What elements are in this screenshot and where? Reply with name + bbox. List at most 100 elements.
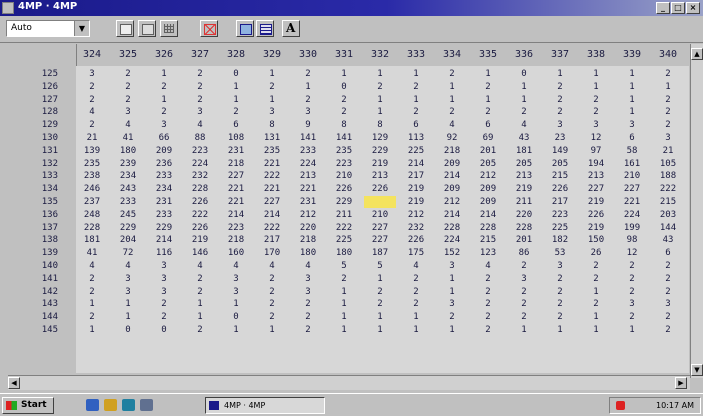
table-cell[interactable]: 229 (364, 145, 396, 157)
table-cell[interactable]: 229 (148, 222, 180, 234)
table-cell[interactable]: 1 (364, 106, 396, 118)
table-cell[interactable]: 2 (652, 106, 684, 118)
table-cell[interactable]: 3 (616, 119, 648, 131)
volume-icon[interactable] (616, 401, 625, 410)
table-cell[interactable]: 205 (508, 158, 540, 170)
table-cell[interactable]: 1 (400, 311, 432, 323)
table-cell[interactable]: 238 (76, 170, 108, 182)
table-cell[interactable]: 1 (220, 94, 252, 106)
table-cell[interactable]: 239 (112, 158, 144, 170)
table-cell[interactable]: 2 (400, 286, 432, 298)
scroll-up-icon[interactable]: ▲ (691, 48, 703, 60)
table-cell[interactable]: 9 (292, 119, 324, 131)
row-header[interactable]: 127 (8, 94, 58, 106)
histogram-button[interactable] (200, 20, 218, 37)
browser-icon[interactable] (122, 399, 135, 411)
row-header[interactable]: 134 (8, 183, 58, 195)
table-cell[interactable]: 2 (76, 311, 108, 323)
table-cell[interactable]: 219 (580, 222, 612, 234)
table-cell[interactable]: 4 (400, 260, 432, 272)
chevron-down-icon[interactable]: ▼ (74, 21, 89, 36)
table-cell[interactable]: 228 (472, 222, 504, 234)
table-cell[interactable]: 1 (400, 324, 432, 336)
table-cell[interactable]: 226 (544, 183, 576, 195)
table-cell[interactable]: 181 (76, 234, 108, 246)
table-cell[interactable]: 2 (292, 311, 324, 323)
table-cell[interactable]: 58 (616, 145, 648, 157)
table-cell[interactable]: 2 (652, 260, 684, 272)
table-cell[interactable]: 2 (472, 324, 504, 336)
table-cell[interactable]: 226 (400, 234, 432, 246)
table-cell[interactable]: 232 (184, 170, 216, 182)
table-cell[interactable]: 219 (400, 183, 432, 195)
table-cell[interactable]: 4 (184, 119, 216, 131)
mail-icon[interactable] (140, 399, 153, 411)
table-cell[interactable]: 1 (184, 311, 216, 323)
table-cell[interactable]: 237 (76, 196, 108, 208)
table-cell[interactable]: 2 (544, 106, 576, 118)
table-cell[interactable]: 2 (508, 286, 540, 298)
table-cell[interactable]: 215 (544, 170, 576, 182)
table-cell[interactable]: 226 (184, 222, 216, 234)
table-cell[interactable]: 2 (544, 311, 576, 323)
row-header[interactable]: 126 (8, 81, 58, 93)
table-cell[interactable]: 1 (256, 68, 288, 80)
table-cell[interactable]: 21 (76, 132, 108, 144)
table-cell[interactable]: 210 (364, 209, 396, 221)
table-cell[interactable]: 1 (544, 68, 576, 80)
column-header[interactable]: 325 (112, 49, 144, 60)
table-cell[interactable]: 1 (472, 94, 504, 106)
table-cell[interactable]: 223 (328, 158, 360, 170)
table-cell[interactable]: 235 (256, 145, 288, 157)
table-cell[interactable]: 2 (184, 324, 216, 336)
table-cell[interactable]: 2 (616, 273, 648, 285)
table-cell[interactable]: 2 (508, 260, 540, 272)
row-header[interactable]: 133 (8, 170, 58, 182)
table-cell[interactable]: 231 (292, 196, 324, 208)
table-cell[interactable]: 1 (364, 311, 396, 323)
table-cell[interactable]: 227 (580, 183, 612, 195)
table-cell[interactable]: 220 (292, 222, 324, 234)
table-cell[interactable]: 2 (256, 286, 288, 298)
table-cell[interactable]: 218 (220, 158, 252, 170)
table-cell[interactable]: 214 (256, 209, 288, 221)
table-cell[interactable]: 214 (400, 158, 432, 170)
table-cell[interactable]: 211 (328, 209, 360, 221)
table-cell[interactable]: 0 (220, 68, 252, 80)
table-cell[interactable]: 228 (508, 222, 540, 234)
table-cell[interactable]: 108 (220, 132, 252, 144)
table-cell[interactable]: 4 (76, 260, 108, 272)
row-header[interactable]: 135 (8, 196, 58, 208)
table-cell[interactable]: 3 (652, 298, 684, 310)
table-cell[interactable]: 3 (292, 286, 324, 298)
table-cell[interactable]: 221 (220, 183, 252, 195)
table-cell[interactable]: 204 (112, 234, 144, 246)
table-cell[interactable]: 4 (184, 260, 216, 272)
table-cell[interactable]: 226 (580, 209, 612, 221)
table-cell[interactable]: 149 (544, 145, 576, 157)
row-header[interactable]: 142 (8, 286, 58, 298)
table-cell[interactable]: 2 (184, 286, 216, 298)
table-cell[interactable]: 2 (616, 311, 648, 323)
row-header[interactable]: 128 (8, 106, 58, 118)
table-cell[interactable]: 3 (508, 273, 540, 285)
scroll-right-icon[interactable]: ▶ (675, 377, 687, 389)
table-cell[interactable]: 245 (112, 209, 144, 221)
table-cell[interactable]: 214 (436, 170, 468, 182)
table-cell[interactable]: 223 (220, 222, 252, 234)
table-cell[interactable]: 2 (148, 106, 180, 118)
table-cell[interactable]: 12 (616, 247, 648, 259)
table-cell[interactable]: 2 (364, 298, 396, 310)
table-cell[interactable]: 194 (580, 158, 612, 170)
table-cell[interactable]: 222 (184, 209, 216, 221)
table-cell[interactable]: 2 (580, 106, 612, 118)
table-cell[interactable]: 221 (256, 183, 288, 195)
table-cell[interactable]: 152 (436, 247, 468, 259)
column-header[interactable]: 340 (652, 49, 684, 60)
table-cell[interactable]: 219 (184, 234, 216, 246)
table-cell[interactable]: 160 (220, 247, 252, 259)
row-header[interactable]: 141 (8, 273, 58, 285)
table-cell[interactable]: 12 (580, 132, 612, 144)
table-cell[interactable]: 3 (220, 273, 252, 285)
table-cell[interactable]: 3 (148, 273, 180, 285)
